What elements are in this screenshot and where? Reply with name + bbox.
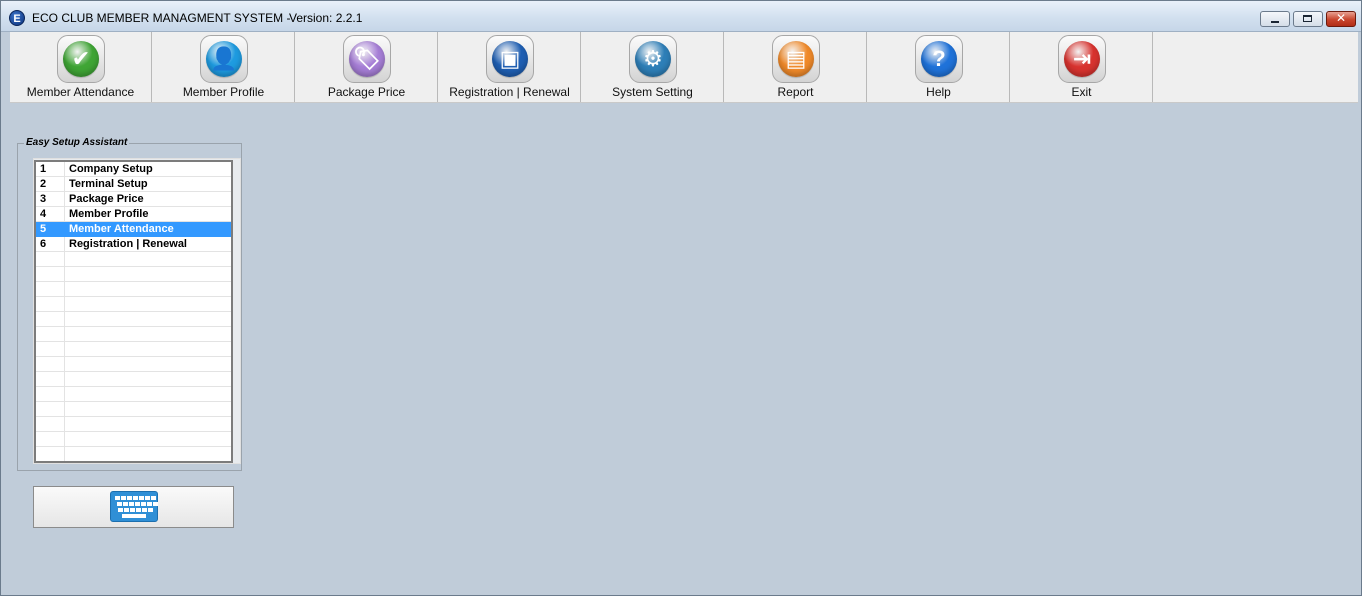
setup-steps-list[interactable]: 1 Company Setup 2 Terminal Setup 3 Package Pr…	[34, 160, 233, 463]
list-item[interactable]: 4 Member Profile	[36, 207, 231, 222]
keyboard-key	[148, 508, 153, 512]
list-item	[36, 327, 231, 342]
toolbar-button-label: Registration | Renewal	[449, 85, 570, 99]
toolbar-button-member-profile[interactable]: 👤 Member Profile	[153, 32, 295, 102]
list-item-number: 6	[40, 238, 47, 250]
keyboard-key	[153, 502, 158, 506]
list-item	[36, 282, 231, 297]
keyboard-key	[139, 496, 144, 500]
toolbar-button-label: Member Attendance	[26, 85, 135, 99]
toolbar-button-label: Help	[926, 85, 951, 99]
list-item	[36, 252, 231, 267]
keyboard-key	[151, 496, 156, 500]
toolbar-button-label: Package Price	[327, 85, 406, 99]
user-icon: 👤	[200, 35, 248, 83]
gear-icon: ⚙	[629, 35, 677, 83]
toolbar-button-system-setting[interactable]: ⚙ System Setting	[582, 32, 724, 102]
toolbar-button-help[interactable]: ? Help	[868, 32, 1010, 102]
list-item-number: 5	[40, 223, 47, 235]
id-card-icon-glyph: ▣	[492, 41, 528, 77]
list-item-label: Terminal Setup	[69, 178, 148, 190]
keyboard-key	[145, 496, 150, 500]
keyboard-key	[142, 508, 147, 512]
toolbar-button-label: Exit	[1071, 85, 1092, 99]
keyboard-key	[147, 502, 152, 506]
list-item[interactable]: 1 Company Setup	[36, 162, 231, 177]
app-logo-icon: E	[9, 10, 25, 26]
keyboard-key	[141, 502, 146, 506]
keyboard-key	[118, 508, 123, 512]
keyboard-icon	[110, 491, 158, 522]
title-bar[interactable]: E ECO CLUB MEMBER MANAGMENT SYSTEM - Ver…	[1, 1, 1361, 32]
minimize-button[interactable]	[1260, 11, 1290, 27]
list-item[interactable]: 5 Member Attendance	[36, 222, 231, 237]
main-toolbar: ✔ Member Attendance 👤 Member Profile 🏷 Packag…	[10, 32, 1358, 103]
list-item[interactable]: 2 Terminal Setup	[36, 177, 231, 192]
list-item	[36, 267, 231, 282]
id-card-icon: ▣	[486, 35, 534, 83]
toolbar-button-label: Member Profile	[182, 85, 265, 99]
price-tag-icon: 🏷	[343, 35, 391, 83]
toolbar-button-member-attendance[interactable]: ✔ Member Attendance	[10, 32, 152, 102]
report-icon: ▤	[772, 35, 820, 83]
list-item	[36, 372, 231, 387]
report-icon-glyph: ▤	[778, 41, 814, 77]
list-item-label: Member Profile	[69, 208, 149, 220]
list-item	[36, 432, 231, 447]
keyboard-key	[124, 508, 129, 512]
list-item-label: Package Price	[69, 193, 144, 205]
toolbar-button-label: Report	[777, 85, 814, 99]
list-item	[36, 402, 231, 417]
keyboard-key	[115, 496, 120, 500]
list-item	[36, 357, 231, 372]
list-item	[36, 312, 231, 327]
list-item[interactable]: 3 Package Price	[36, 192, 231, 207]
keyboard-key	[127, 496, 132, 500]
list-item-number: 4	[40, 208, 47, 220]
keyboard-key	[117, 502, 122, 506]
keyboard-key	[136, 508, 141, 512]
group-title: Easy Setup Assistant	[24, 137, 130, 148]
list-item-label: Registration | Renewal	[69, 238, 187, 250]
exit-icon: ⇥	[1058, 35, 1106, 83]
keyboard-key	[123, 502, 128, 506]
keyboard-key	[121, 496, 126, 500]
user-icon-glyph: 👤	[206, 41, 242, 77]
main-window: E ECO CLUB MEMBER MANAGMENT SYSTEM - Ver…	[0, 0, 1362, 596]
list-item-label: Company Setup	[69, 163, 153, 175]
toolbar-button-package-price[interactable]: 🏷 Package Price	[296, 32, 438, 102]
list-item	[36, 297, 231, 312]
checkmark-icon: ✔	[57, 35, 105, 83]
toolbar-button-report[interactable]: ▤ Report	[725, 32, 867, 102]
toolbar-button-registration-renewal[interactable]: ▣ Registration | Renewal	[439, 32, 581, 102]
help-icon-glyph: ?	[921, 41, 957, 77]
checkmark-icon-glyph: ✔	[63, 41, 99, 77]
on-screen-keyboard-button[interactable]	[33, 486, 234, 528]
keyboard-key	[133, 496, 138, 500]
list-item	[36, 417, 231, 432]
keyboard-spacebar	[122, 514, 146, 518]
list-item-number: 1	[40, 163, 47, 175]
gear-icon-glyph: ⚙	[635, 41, 671, 77]
keyboard-key	[129, 502, 134, 506]
version-label: Version: 2.2.1	[289, 11, 363, 25]
list-item[interactable]: 6 Registration | Renewal	[36, 237, 231, 252]
keyboard-key	[130, 508, 135, 512]
list-item-label: Member Attendance	[69, 223, 174, 235]
list-item	[36, 447, 231, 461]
help-icon: ?	[915, 35, 963, 83]
list-item	[36, 387, 231, 402]
toolbar-button-exit[interactable]: ⇥ Exit	[1011, 32, 1153, 102]
toolbar-button-label: System Setting	[612, 85, 693, 99]
close-button[interactable]	[1326, 11, 1356, 27]
window-title: ECO CLUB MEMBER MANAGMENT SYSTEM -	[32, 11, 291, 25]
list-item	[36, 342, 231, 357]
exit-icon-glyph: ⇥	[1064, 41, 1100, 77]
maximize-button[interactable]	[1293, 11, 1323, 27]
list-item-number: 2	[40, 178, 47, 190]
keyboard-key	[135, 502, 140, 506]
list-item-number: 3	[40, 193, 47, 205]
price-tag-icon-glyph: 🏷	[349, 41, 385, 77]
